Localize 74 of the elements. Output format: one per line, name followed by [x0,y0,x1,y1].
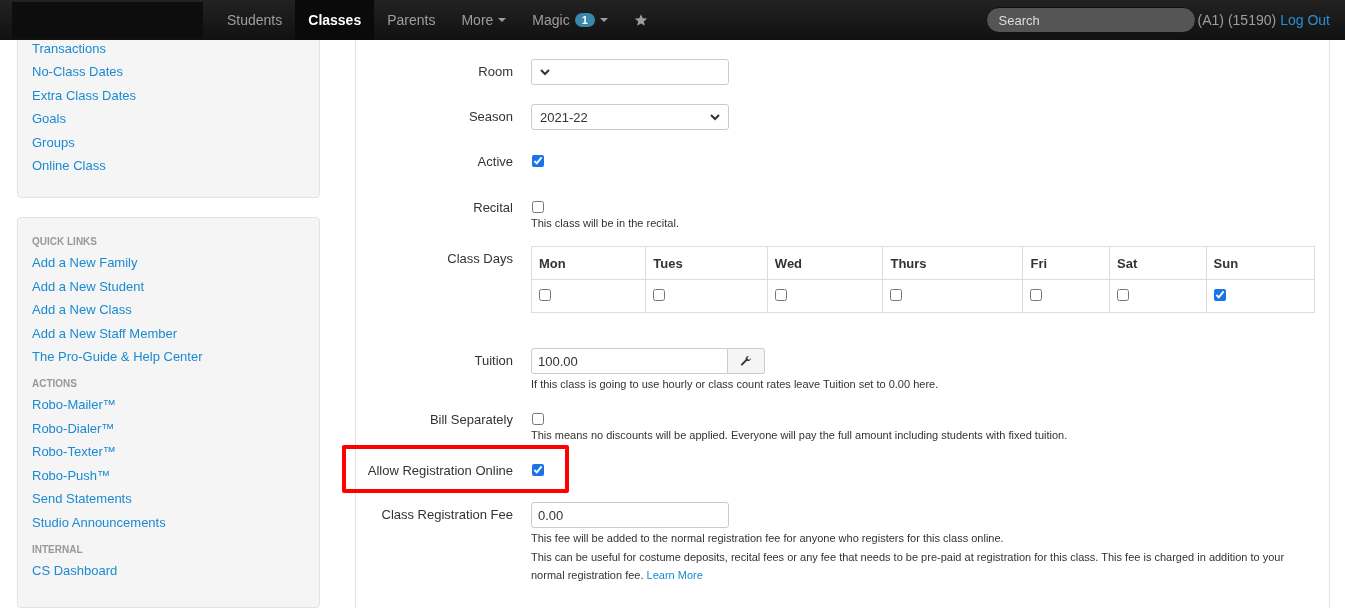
search-field[interactable]: Search [985,7,1196,33]
input-field[interactable]: 0.00 [531,502,729,528]
sidebar-link[interactable]: Robo-Dialer™ [32,416,305,441]
help-text: This class will be in the recital. [531,216,679,231]
table-header: Wed [767,246,883,280]
sidebar-link[interactable]: CS Dashboard [32,558,305,583]
field-label: Recital [472,199,513,217]
sidebar-link[interactable]: Robo-Mailer™ [32,393,305,417]
section-heading: QUICK LINKS [32,236,98,248]
help-text: This fee will be added to the normal registration fee for anyone who registers for this class online. [531,531,1004,546]
checkbox[interactable] [1213,289,1226,301]
sidebar-link[interactable]: The Pro-Guide & Help Center [32,345,305,369]
sidebar-link[interactable]: No-Class Dates [32,60,305,84]
sidebar-link[interactable]: Send Statements [32,487,305,511]
star-icon [633,13,648,27]
sidebar-link[interactable]: Studio Announcements [32,510,305,534]
field-label: Tuition [473,352,513,370]
nav-tab[interactable]: Students [214,0,296,40]
table-header: Fri [1023,246,1110,280]
section-heading: INTERNAL [32,543,84,555]
table-header: Mon [531,246,646,280]
logout-link[interactable]: Log Out [1280,12,1330,28]
sidebar-link[interactable]: Add a New Staff Member [32,321,305,346]
checkbox[interactable] [890,289,903,301]
section-heading: ACTIONS [32,378,78,390]
help-text: This means no discounts will be applied. Everyone will pay the full amount including students with fixed tuition. [531,428,1068,443]
sidebar-link[interactable]: Add a New Family [32,251,305,275]
learn-more-link[interactable]: Learn More [646,569,703,581]
input-field[interactable]: 100.00 [531,348,728,374]
sidebar-link[interactable]: Groups [32,130,305,155]
count-badge: 1 [574,13,595,27]
nav-tab[interactable]: Parents [374,0,449,40]
help-text: If this class is going to use hourly or class count rates leave Tuition set to 0.00 here. [531,377,939,392]
sidebar-link[interactable]: Add a New Student [32,274,305,299]
nav-menu[interactable]: Magic 1 [519,0,621,40]
select-field[interactable]: 2021-22 [531,104,729,130]
checkbox[interactable] [653,289,666,301]
checkbox[interactable] [539,289,551,301]
wrench-button[interactable] [728,348,765,374]
checkbox[interactable] [532,201,544,213]
checkbox[interactable] [1030,289,1043,301]
wrench-icon [740,355,752,367]
sidebar-link[interactable]: Extra Class Dates [32,83,305,108]
help-text: This can be useful for costume deposits, recital fees or any fee that needs to be pre-paid at registration for this class. This fee is charged in addition to your normal registration fee. Learn More [531,550,1286,583]
sidebar-link[interactable]: Goals [32,107,305,131]
nav-tab[interactable]: Classes [295,0,375,40]
table-header: Sun [1206,246,1315,280]
select-field[interactable] [531,59,729,85]
field-label: Room [477,63,513,81]
checkbox[interactable] [774,289,787,301]
table-header: Thurs [882,246,1023,280]
checkbox[interactable] [532,413,544,425]
field-label: Active [476,153,513,171]
caret-icon [599,18,608,22]
table-header: Tues [645,246,768,280]
field-label: Class Registration Fee [380,506,513,524]
sidebar-link[interactable]: Robo-Push™ [32,463,305,488]
checkbox[interactable] [532,155,544,167]
sidebar-link[interactable]: Robo-Texter™ [32,440,305,464]
sidebar-link[interactable]: Transactions [32,40,305,61]
account-info: (A1) (15190) [1197,12,1277,28]
checkbox[interactable] [532,464,544,476]
table-header: Sat [1109,246,1207,280]
sidebar-link[interactable]: Add a New Class [32,298,305,322]
caret-icon [498,18,507,22]
field-label: Season [467,108,513,126]
field-label: Class Days [446,250,513,268]
checkbox[interactable] [1117,289,1130,301]
chevron-icon [540,68,550,76]
chevron-icon [710,113,720,121]
nav-menu[interactable]: More [448,0,520,40]
field-label: Allow Registration Online [366,462,513,480]
sidebar-link[interactable]: Online Class [32,154,305,178]
field-label: Bill Separately [428,411,513,429]
